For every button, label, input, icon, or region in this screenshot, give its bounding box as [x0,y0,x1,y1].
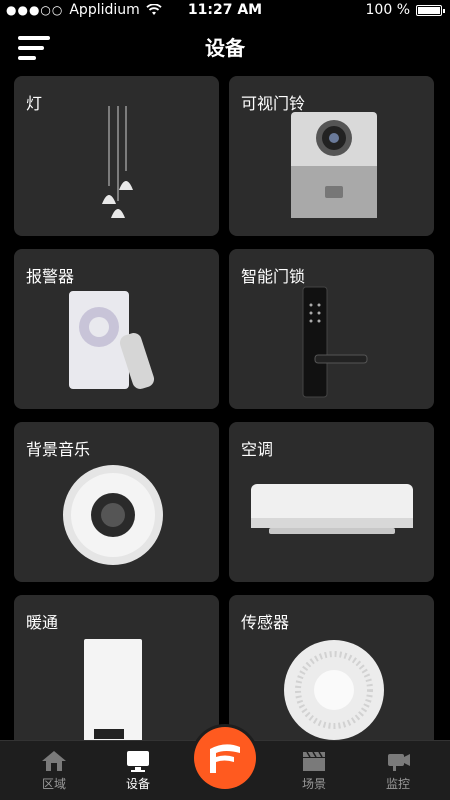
home-action-button[interactable] [194,727,256,789]
tab-label: 区域 [41,777,66,791]
device-label: 空调 [241,440,274,459]
battery-fill [418,6,440,14]
device-label: 背景音乐 [26,440,91,459]
tab-devices[interactable]: 设备 [98,741,178,800]
device-label: 报警器 [26,267,75,286]
tab-scenes[interactable]: 场景 [274,741,354,800]
logo-icon [210,744,240,773]
device-card-lamp[interactable]: 灯 [14,76,219,236]
navigation-bar: 设备 [0,20,450,76]
device-grid: 灯 可视门铃 报警器 智能门锁 背景音乐 空调 暖通 传感器 [0,76,450,741]
tab-monitoring[interactable]: 监控 [358,741,438,800]
device-label: 传感器 [241,613,290,632]
tab-label: 场景 [301,777,326,791]
camera-icon [388,754,410,771]
device-card-doorbell[interactable]: 可视门铃 [229,76,434,236]
music-controller-icon [63,465,163,565]
tab-label: 监控 [385,777,410,791]
device-card-alarm[interactable]: 报警器 [14,249,219,409]
device-card-air-conditioner[interactable]: 空调 [229,422,434,582]
monitor-icon [127,751,149,772]
device-card-smart-lock[interactable]: 智能门锁 [229,249,434,409]
page-title: 设备 [205,36,245,60]
alarm-device-icon [69,291,155,389]
video-doorbell-icon [291,112,377,218]
battery-percent: 100 % [365,2,410,18]
device-card-sensor[interactable]: 传感器 [229,595,434,741]
device-label: 暖通 [26,613,59,632]
hvac-boiler-icon [84,639,142,741]
air-conditioner-icon [251,484,413,534]
smart-lock-icon [302,286,368,398]
pendant-lamp-icon [102,106,133,218]
tab-bar: 区域 设备 场景 监控 [0,727,450,800]
device-card-hvac[interactable]: 暖通 [14,595,219,741]
status-bar: ●●●○○ Applidium 11:27 AM 100 % [0,0,450,20]
status-right: 100 % [365,0,445,20]
device-label: 智能门锁 [241,267,306,286]
clapperboard-icon [303,751,325,771]
device-card-background-music[interactable]: 背景音乐 [14,422,219,582]
tab-label: 设备 [125,777,150,791]
house-icon [42,751,66,771]
tab-area[interactable]: 区域 [14,741,94,800]
sensor-icon [284,640,384,740]
battery-icon [416,4,445,16]
device-label: 灯 [26,94,43,113]
